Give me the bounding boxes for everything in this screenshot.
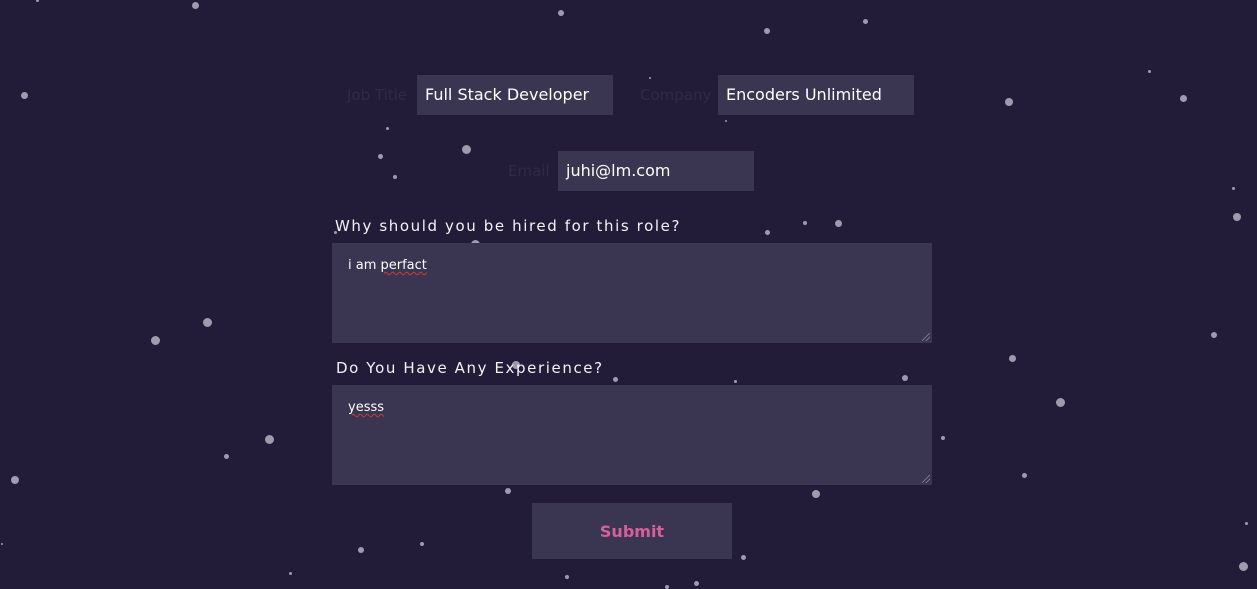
star-dot [505, 488, 511, 494]
job-title-input[interactable]: Full Stack Developer [417, 75, 613, 115]
star-dot [1244, 521, 1248, 525]
question-experience: Do You Have Any Experience? [336, 359, 604, 377]
star-dot [35, 0, 39, 2]
star-dot [558, 10, 564, 16]
star-dot [941, 436, 945, 440]
star-dot [803, 221, 807, 225]
star-dot [1021, 472, 1027, 478]
star-dot [264, 434, 274, 444]
hire-reason-textarea[interactable]: i am perfact [332, 243, 932, 343]
star-dot [1005, 98, 1013, 106]
star-dot [812, 490, 820, 498]
question-hire-reason: Why should you be hired for this role? [335, 217, 682, 235]
hire-reason-misspelled-word: perfact [380, 258, 427, 273]
star-dot [764, 28, 770, 34]
submit-button[interactable]: Submit [532, 503, 732, 559]
star-dot [191, 1, 199, 9]
star-dot [1238, 561, 1248, 571]
resize-handle-icon[interactable] [922, 333, 930, 341]
star-dot [565, 575, 569, 579]
company-label: Company [640, 86, 712, 104]
star-dot [693, 580, 699, 586]
star-dot [834, 219, 842, 227]
star-dot [393, 175, 397, 179]
star-dot [1147, 69, 1151, 73]
application-form-page: Job Title Full Stack Developer Company E… [0, 0, 1257, 589]
star-dot [733, 379, 737, 383]
star-dot [377, 153, 383, 159]
star-dot [420, 542, 424, 546]
job-title-label: Job Title [347, 86, 408, 104]
experience-text: yesss [348, 400, 385, 415]
star-dot [665, 585, 669, 589]
star-dot [1233, 213, 1241, 221]
star-dot [461, 144, 471, 154]
star-dot [223, 453, 229, 459]
star-dot [1, 543, 3, 545]
hire-reason-text: i am [348, 258, 381, 273]
star-dot [764, 229, 770, 235]
star-dot [202, 317, 212, 327]
star-dot [725, 120, 727, 122]
email-input[interactable]: juhi@lm.com [558, 151, 754, 191]
star-dot [1179, 94, 1187, 102]
star-dot [612, 376, 618, 382]
star-dot [1231, 186, 1235, 190]
star-dot [740, 554, 746, 560]
resize-handle-icon[interactable] [922, 475, 930, 483]
star-dot [20, 91, 28, 99]
company-input[interactable]: Encoders Unlimited [718, 75, 914, 115]
star-dot [902, 375, 908, 381]
star-dot [862, 18, 868, 24]
star-dot [1211, 332, 1217, 338]
star-dot [150, 335, 160, 345]
star-dot [11, 476, 19, 484]
star-dot [385, 126, 389, 130]
star-dot [358, 547, 364, 553]
star-dot [1055, 397, 1065, 407]
email-label: Email [508, 162, 550, 180]
star-dot [1008, 354, 1016, 362]
star-dot [288, 571, 292, 575]
experience-textarea[interactable]: yesss [332, 385, 932, 485]
